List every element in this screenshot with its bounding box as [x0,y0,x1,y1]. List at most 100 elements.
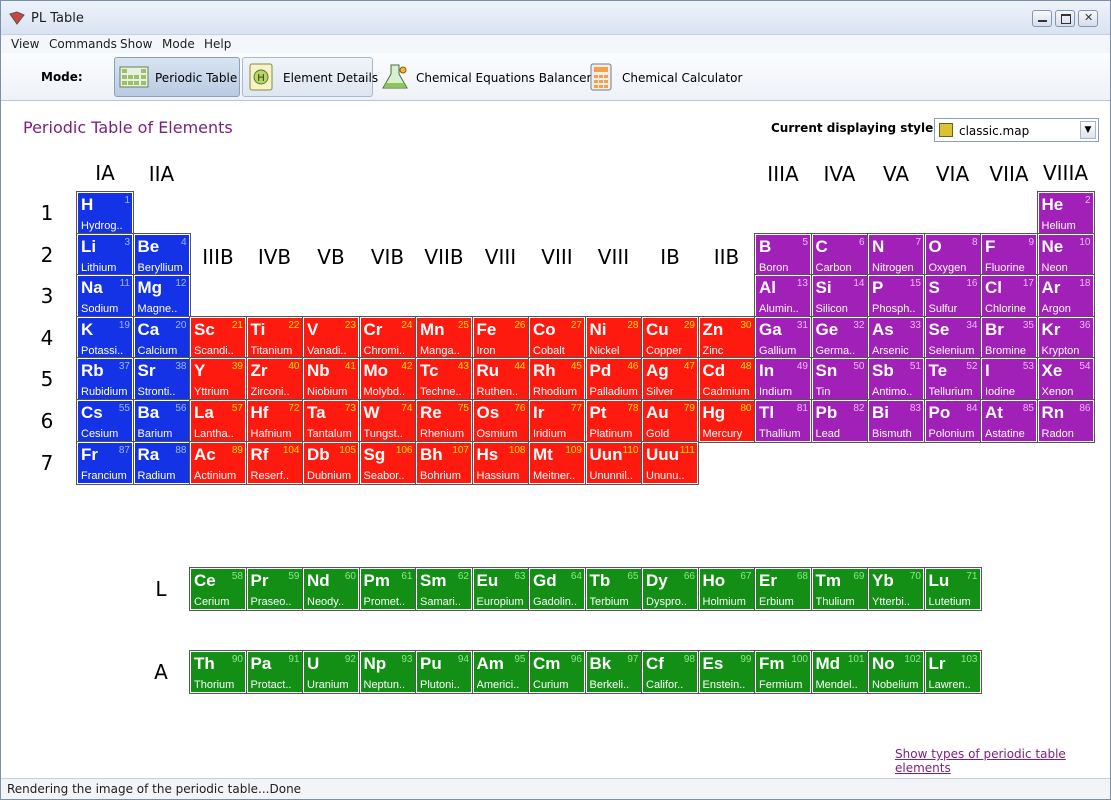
menu-help[interactable]: Help [204,37,231,51]
element-cell-ti[interactable]: Ti 22 Titanium [245,315,304,360]
element-cell-bk[interactable]: Bk 97 Berkeli.. [584,650,643,694]
element-cell-pu[interactable]: Pu 94 Plutoni.. [415,650,473,694]
element-cell-rf[interactable]: Rf 104 Reserf.. [245,440,304,485]
element-cell-ac[interactable]: Ac 89 Actinium [189,440,247,485]
element-cell-xe[interactable]: Xe 54 Xenon [1036,357,1095,402]
element-cell-sn[interactable]: Sn 50 Tin [810,357,869,402]
mode-periodic-table-button[interactable]: Periodic Table [114,57,240,97]
element-cell-f[interactable]: F 9 Fluorine [980,232,1038,277]
element-cell-fm[interactable]: Fm 100 Fermium [754,650,812,694]
element-cell-lr[interactable]: Lr 103 Lawren.. [923,650,982,694]
element-cell-ba[interactable]: Ba 56 Barium [132,399,191,443]
element-cell-cf[interactable]: Cf 98 Califor.. [641,650,699,694]
element-cell-sb[interactable]: Sb 51 Antimo.. [867,357,925,402]
style-select[interactable]: classic.map ▼ [934,118,1099,142]
element-cell-c[interactable]: C 6 Carbon [810,232,869,277]
element-cell-na[interactable]: Na 11 Sodium [76,274,134,319]
element-cell-he[interactable]: He 2 Helium [1036,191,1095,235]
menu-mode[interactable]: Mode [162,37,195,51]
element-cell-ag[interactable]: Ag 47 Silver [641,357,699,402]
element-cell-be[interactable]: Be 4 Beryllium [132,232,191,277]
element-cell-os[interactable]: Os 76 Osmium [471,399,530,443]
element-cell-no[interactable]: No 102 Nobelium [867,650,925,694]
element-cell-in[interactable]: In 49 Indium [754,357,812,402]
element-cell-pb[interactable]: Pb 82 Lead [810,399,869,443]
element-cell-se[interactable]: Se 34 Selenium [923,315,982,360]
element-cell-hs[interactable]: Hs 108 Hassium [471,440,530,485]
element-cell-ga[interactable]: Ga 31 Gallium [754,315,812,360]
element-cell-uun[interactable]: Uun 110 Ununnil.. [584,440,643,485]
element-cell-ne[interactable]: Ne 10 Neon [1036,232,1095,277]
element-cell-s[interactable]: S 16 Sulfur [923,274,982,319]
element-cell-pd[interactable]: Pd 46 Palladium [584,357,643,402]
element-cell-u[interactable]: U 92 Uranium [302,650,360,694]
element-cell-ni[interactable]: Ni 28 Nickel [584,315,643,360]
element-cell-yb[interactable]: Yb 70 Ytterbi.. [867,567,925,611]
element-cell-li[interactable]: Li 3 Lithium [76,232,134,277]
element-cell-o[interactable]: O 8 Oxygen [923,232,982,277]
element-cell-ho[interactable]: Ho 67 Holmium [697,567,756,611]
mode-equations-balancer-button[interactable]: Chemical Equations Balancer [375,57,592,97]
element-cell-np[interactable]: Np 93 Neptun.. [358,650,417,694]
element-cell-ce[interactable]: Ce 58 Cerium [189,567,247,611]
element-cell-cm[interactable]: Cm 96 Curium [528,650,586,694]
element-cell-mn[interactable]: Mn 25 Manga.. [415,315,473,360]
element-cell-es[interactable]: Es 99 Enstein.. [697,650,756,694]
element-cell-lu[interactable]: Lu 71 Lutetium [923,567,982,611]
element-cell-nd[interactable]: Nd 60 Neody.. [302,567,360,611]
element-cell-at[interactable]: At 85 Astatine [980,399,1038,443]
element-cell-k[interactable]: K 19 Potassi.. [76,315,134,360]
element-cell-ta[interactable]: Ta 73 Tantalum [302,399,360,443]
element-cell-uuu[interactable]: Uuu 111 Ununu.. [641,440,699,485]
element-cell-am[interactable]: Am 95 Americi.. [471,650,530,694]
element-cell-gd[interactable]: Gd 64 Gadolin.. [528,567,586,611]
element-cell-hf[interactable]: Hf 72 Hafnium [245,399,304,443]
element-cell-si[interactable]: Si 14 Silicon [810,274,869,319]
mode-chemical-calculator-button[interactable]: Chemical Calculator [581,57,742,97]
element-cell-sr[interactable]: Sr 38 Stronti.. [132,357,191,402]
element-cell-mo[interactable]: Mo 42 Molybd.. [358,357,417,402]
element-cell-zr[interactable]: Zr 40 Zirconi.. [245,357,304,402]
menu-show[interactable]: Show [120,37,152,51]
element-cell-md[interactable]: Md 101 Mendel.. [810,650,869,694]
element-cell-cl[interactable]: Cl 17 Chlorine [980,274,1038,319]
element-cell-sg[interactable]: Sg 106 Seabor.. [358,440,417,485]
element-cell-tm[interactable]: Tm 69 Thulium [810,567,869,611]
show-types-link[interactable]: Show types of periodic table elements [895,747,1110,775]
element-cell-te[interactable]: Te 52 Tellurium [923,357,982,402]
element-cell-po[interactable]: Po 84 Polonium [923,399,982,443]
element-cell-kr[interactable]: Kr 36 Krypton [1036,315,1095,360]
element-cell-co[interactable]: Co 27 Cobalt [528,315,586,360]
element-cell-as[interactable]: As 33 Arsenic [867,315,925,360]
element-cell-db[interactable]: Db 105 Dubnium [302,440,360,485]
element-cell-p[interactable]: P 15 Phosph.. [867,274,925,319]
element-cell-ar[interactable]: Ar 18 Argon [1036,274,1095,319]
element-cell-nb[interactable]: Nb 41 Niobium [302,357,360,402]
element-cell-h[interactable]: H 1 Hydrog.. [76,191,134,235]
element-cell-er[interactable]: Er 68 Erbium [754,567,812,611]
element-cell-pr[interactable]: Pr 59 Praseo.. [245,567,304,611]
element-cell-sm[interactable]: Sm 62 Samari.. [415,567,473,611]
element-cell-tc[interactable]: Tc 43 Techne.. [415,357,473,402]
element-cell-br[interactable]: Br 35 Bromine [980,315,1038,360]
menu-commands[interactable]: Commands [49,37,117,51]
element-cell-i[interactable]: I 53 Iodine [980,357,1038,402]
element-cell-pa[interactable]: Pa 91 Protact.. [245,650,304,694]
element-cell-tb[interactable]: Tb 65 Terbium [584,567,643,611]
element-cell-pt[interactable]: Pt 78 Platinum [584,399,643,443]
element-cell-zn[interactable]: Zn 30 Zinc [697,315,756,360]
mode-element-details-button[interactable]: H Element Details [242,57,378,97]
element-cell-rh[interactable]: Rh 45 Rhodium [528,357,586,402]
element-cell-la[interactable]: La 57 Lantha.. [189,399,247,443]
element-cell-re[interactable]: Re 75 Rhenium [415,399,473,443]
element-cell-bh[interactable]: Bh 107 Bohrium [415,440,473,485]
chevron-down-icon[interactable]: ▼ [1080,121,1096,139]
element-cell-fr[interactable]: Fr 87 Francium [76,440,134,485]
element-cell-ra[interactable]: Ra 88 Radium [132,440,191,485]
element-cell-mg[interactable]: Mg 12 Magne.. [132,274,191,319]
element-cell-pm[interactable]: Pm 61 Promet.. [358,567,417,611]
element-cell-au[interactable]: Au 79 Gold [641,399,699,443]
element-cell-eu[interactable]: Eu 63 Europium [471,567,530,611]
element-cell-al[interactable]: Al 13 Alumin.. [754,274,812,319]
element-cell-cs[interactable]: Cs 55 Cesium [76,399,134,443]
